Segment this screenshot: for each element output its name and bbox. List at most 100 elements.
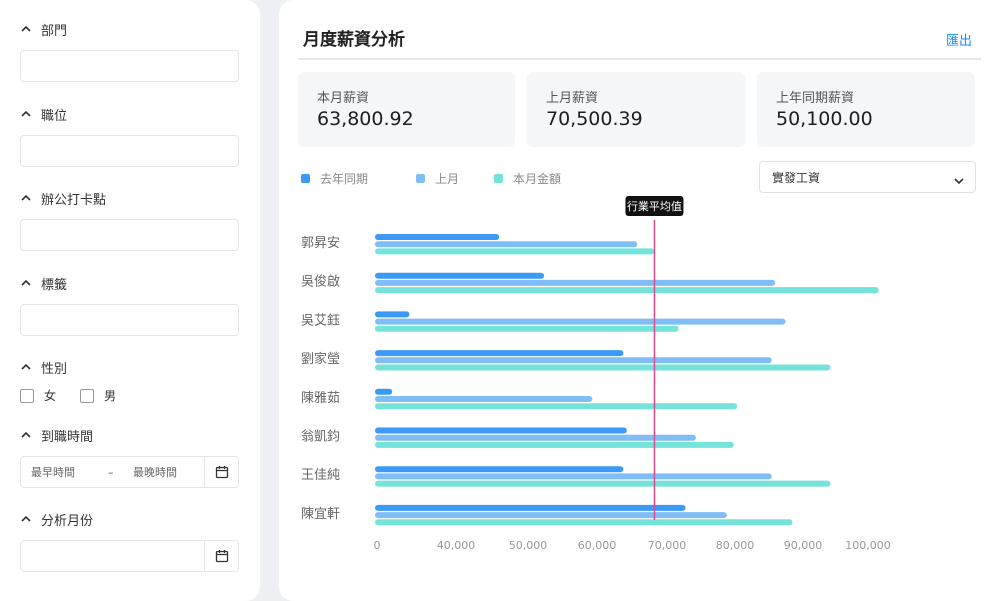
tags-input[interactable]	[20, 304, 239, 336]
bar	[375, 441, 734, 448]
calendar-icon[interactable]	[204, 541, 238, 571]
filter-position-toggle[interactable]: 職位	[20, 104, 239, 124]
filter-office: 辦公打卡點	[20, 188, 239, 251]
gender-female-label: 女	[44, 389, 57, 403]
filter-gender: 性別 女 男	[20, 357, 239, 404]
bar	[375, 311, 410, 318]
position-input[interactable]	[20, 135, 239, 167]
salary-bar-chart: 郭昇安吳俊啟吳艾鈺劉家瑩陳雅茹翁凱鈞王佳純陳宜軒 0 40,000 50,000 60…	[301, 196, 891, 552]
card-last-year-same-period: 上年同期薪資 50,100.00	[757, 72, 975, 147]
legend-item-last-year[interactable]: 去年同期	[301, 170, 416, 187]
bar	[375, 248, 655, 255]
filter-hire-date-label: 到職時間	[41, 429, 94, 445]
calendar-icon[interactable]	[204, 457, 238, 487]
card-label: 本月薪資	[317, 91, 370, 106]
reference-line-label: 行業平均值	[627, 200, 682, 213]
legend-swatch	[301, 174, 310, 183]
chart-legend: 去年同期 上月 本月金額	[301, 170, 561, 187]
office-input[interactable]	[20, 219, 239, 251]
bar	[375, 480, 831, 487]
bar	[375, 272, 545, 279]
bar	[375, 357, 772, 364]
legend-label: 上月	[435, 172, 460, 186]
filter-position-label: 職位	[41, 108, 68, 124]
y-tick-label: 陳宜軒	[301, 507, 340, 522]
bar	[375, 234, 500, 240]
card-value: 70,500.39	[546, 108, 643, 130]
bar	[375, 434, 696, 441]
hire-date-start-placeholder[interactable]: 最早時間	[31, 464, 75, 480]
bar	[375, 473, 772, 480]
x-tick-label: 80,000	[716, 539, 755, 552]
filter-gender-label: 性別	[41, 361, 68, 377]
gender-options: 女 男	[20, 387, 239, 404]
filter-hire-date: 到職時間 最早時間 – 最晚時間	[20, 425, 239, 488]
bar	[375, 287, 879, 294]
x-tick-label: 60,000	[578, 539, 617, 552]
y-tick-label: 劉家瑩	[301, 351, 340, 367]
filter-tags: 標籤	[20, 273, 239, 336]
bar	[375, 318, 786, 325]
card-value: 63,800.92	[317, 108, 414, 130]
filter-tags-toggle[interactable]: 標籤	[20, 273, 239, 293]
hire-date-end-placeholder[interactable]: 最晚時間	[133, 464, 177, 480]
legend-label: 去年同期	[320, 172, 369, 186]
filter-department-toggle[interactable]: 部門	[20, 19, 239, 39]
y-tick-label: 吳艾鈺	[301, 312, 340, 328]
bar	[375, 388, 393, 395]
hire-date-range-input[interactable]: 最早時間 – 最晚時間	[20, 456, 239, 488]
filter-gender-toggle[interactable]: 性別	[20, 357, 239, 377]
filter-office-label: 辦公打卡點	[41, 192, 107, 208]
bar	[375, 403, 738, 410]
filter-department-label: 部門	[41, 23, 68, 39]
card-label: 上月薪資	[546, 91, 599, 106]
divider	[298, 58, 981, 60]
gender-male-checkbox[interactable]	[80, 388, 95, 403]
filter-office-toggle[interactable]: 辦公打卡點	[20, 188, 239, 208]
bar	[375, 364, 831, 371]
bar	[375, 350, 624, 357]
chevron-up-icon	[20, 192, 32, 204]
gender-male-label: 男	[104, 389, 117, 403]
export-button[interactable]: 匯出	[946, 30, 972, 49]
y-tick-label: 郭昇安	[301, 235, 340, 251]
filter-sidebar: 部門 職位 辦公打卡點 標籤 性別 女 男 到職時間 最早時間 – 最晚時間 分…	[0, 0, 260, 601]
legend-item-last-month[interactable]: 上月	[416, 170, 494, 187]
x-tick-label: 90,000	[784, 539, 823, 552]
bar	[375, 519, 793, 526]
bar	[375, 241, 638, 248]
bar	[375, 512, 727, 519]
filter-month: 分析月份	[20, 509, 239, 572]
y-tick-label: 陳雅茹	[301, 391, 340, 406]
y-tick-label: 吳俊啟	[301, 275, 340, 290]
filter-position: 職位	[20, 104, 239, 167]
x-tick-label: 40,000	[437, 539, 476, 552]
department-input[interactable]	[20, 50, 239, 82]
legend-item-this-month[interactable]: 本月金額	[494, 170, 561, 187]
bar	[375, 396, 593, 402]
legend-swatch	[494, 174, 503, 183]
x-tick-label: 0	[374, 539, 381, 552]
card-label: 上年同期薪資	[776, 91, 855, 106]
bar	[375, 504, 686, 511]
filter-hire-date-toggle[interactable]: 到職時間	[20, 425, 239, 445]
x-tick-label: 70,000	[648, 539, 687, 552]
chevron-up-icon	[20, 429, 32, 441]
page-title: 月度薪資分析	[303, 30, 405, 50]
bar	[375, 325, 679, 332]
card-value: 50,100.00	[776, 108, 873, 130]
filter-month-toggle[interactable]: 分析月份	[20, 509, 239, 529]
salary-type-select[interactable]: 實發工資	[759, 161, 976, 193]
card-last-month: 上月薪資 70,500.39	[527, 72, 745, 147]
chevron-up-icon	[20, 277, 32, 289]
gender-female-checkbox[interactable]	[20, 388, 34, 403]
month-input[interactable]	[20, 540, 239, 572]
legend-label: 本月金額	[513, 172, 562, 186]
chevron-up-icon	[20, 23, 32, 35]
chevron-up-icon	[20, 513, 32, 525]
chevron-up-icon	[20, 361, 32, 373]
filter-tags-label: 標籤	[41, 277, 68, 293]
bar	[375, 466, 624, 473]
x-tick-label: 100,000	[845, 539, 891, 552]
x-tick-label: 50,000	[509, 539, 548, 552]
